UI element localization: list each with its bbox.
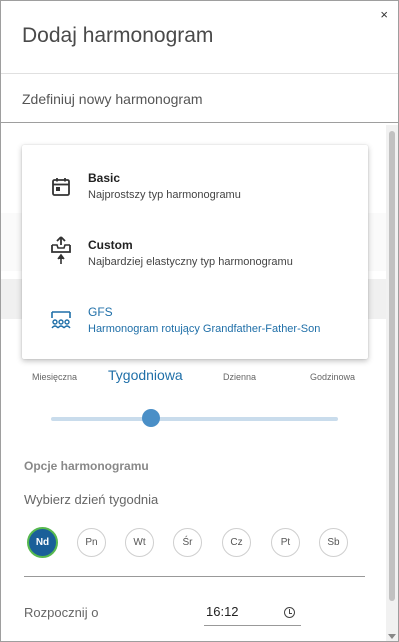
frequency-label-daily[interactable]: Dzienna	[223, 372, 256, 382]
schedule-options-heading: Opcje harmonogramu	[24, 459, 149, 473]
day-button-nd[interactable]: Nd	[27, 527, 58, 558]
frequency-label-weekly[interactable]: Tygodniowa	[108, 367, 183, 383]
calendar-icon	[50, 176, 72, 198]
add-schedule-dialog: × Dodaj harmonogram Zdefiniuj nowy harmo…	[0, 0, 399, 642]
frequency-slider-track[interactable]	[51, 417, 338, 421]
clock-icon[interactable]	[284, 607, 295, 618]
schedule-type-option-gfs[interactable]: GFS Harmonogram rotujący Grandfather-Fat…	[22, 285, 368, 351]
schedule-type-option-custom[interactable]: Custom Najbardziej elastyczny typ harmon…	[22, 218, 368, 284]
upload-tray-icon	[50, 235, 72, 264]
option-description: Harmonogram rotujący Grandfather-Father-…	[88, 323, 321, 335]
scrollbar[interactable]	[386, 125, 398, 641]
option-name: Custom	[88, 238, 133, 252]
option-name: GFS	[88, 305, 113, 319]
start-time-value: 16:12	[206, 604, 239, 619]
option-name: Basic	[88, 171, 121, 185]
day-button-pt[interactable]: Pt	[271, 528, 300, 557]
scroll-down-arrow-icon[interactable]	[388, 634, 396, 639]
start-time-input[interactable]: 16:12	[204, 601, 301, 626]
schedule-type-option-basic[interactable]: Basic Najprostszy typ harmonogramu	[22, 151, 368, 217]
start-time-label: Rozpocznij o	[24, 605, 99, 620]
day-button-pn[interactable]: Pn	[77, 528, 106, 557]
option-description: Najprostszy typ harmonogramu	[88, 189, 241, 201]
frequency-label-monthly[interactable]: Miesięczna	[32, 372, 77, 382]
gfs-icon	[50, 309, 72, 331]
day-button-sb[interactable]: Sb	[319, 528, 348, 557]
scrollbar-thumb[interactable]	[389, 131, 395, 601]
dialog-header: Dodaj harmonogram	[1, 1, 398, 74]
schedule-type-dropdown: Basic Najprostszy typ harmonogramu Custo…	[22, 145, 368, 359]
day-button-sr[interactable]: Śr	[173, 528, 202, 557]
weekday-label: Wybierz dzień tygodnia	[24, 492, 159, 507]
dialog-title: Dodaj harmonogram	[22, 24, 214, 47]
divider	[24, 576, 365, 577]
option-description: Najbardziej elastyczny typ harmonogramu	[88, 256, 293, 268]
dialog-subheader: Zdefiniuj nowy harmonogram	[1, 74, 398, 123]
day-button-wt[interactable]: Wt	[125, 528, 154, 557]
close-button[interactable]: ×	[380, 7, 388, 23]
day-button-cz[interactable]: Cz	[222, 528, 251, 557]
dialog-subtitle: Zdefiniuj nowy harmonogram	[22, 91, 203, 107]
frequency-slider-thumb[interactable]	[142, 409, 160, 427]
frequency-label-hourly[interactable]: Godzinowa	[310, 372, 355, 382]
